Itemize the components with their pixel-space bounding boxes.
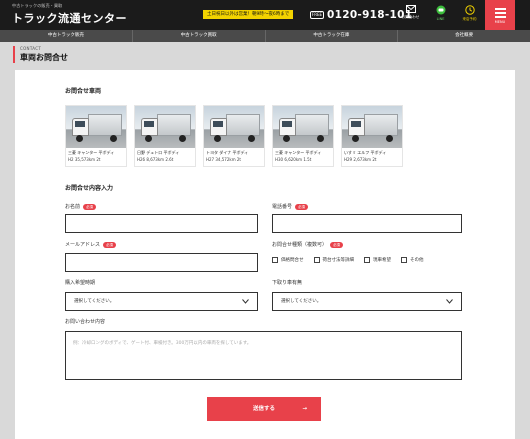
vehicle-name: いすゞ エルフ 平ボディ — [344, 150, 387, 155]
free-dial-icon: FREE — [310, 11, 324, 19]
hamburger-icon — [494, 8, 506, 18]
site-logo[interactable]: 中古トラックの販売・買取 トラック流通センター — [12, 3, 127, 26]
truck-photo — [273, 106, 333, 148]
trade-in-label: 下取り車有無 — [272, 280, 303, 286]
vehicle-card[interactable]: 三菱 キャンター 平ボディ H30 6,620km 1.5t — [272, 105, 334, 167]
contact-label: お問合わせ — [401, 15, 420, 19]
checkbox-price[interactable]: 価格問合せ — [272, 257, 304, 263]
vehicle-name: 日野 デュトロ 平ボディ — [137, 150, 180, 155]
header-contact-button[interactable]: お問合わせ — [397, 0, 424, 30]
form-section-title: お問合せ内容入力 — [65, 185, 114, 192]
menu-button[interactable]: MENU — [485, 0, 515, 30]
logo-tagline: 中古トラックの販売・買取 — [12, 3, 63, 8]
required-badge: 必須 — [103, 241, 117, 248]
mail-icon — [405, 5, 416, 13]
vehicle-card[interactable]: 三菱 キャンター 平ボディ H2 35,573km 2t — [65, 105, 127, 167]
email-label: メールアドレス 必須 — [65, 241, 117, 248]
checkbox-other[interactable]: その他 — [401, 257, 424, 263]
phone-label: 電話番号 必須 — [272, 203, 309, 210]
page-title: 車両お問合せ — [20, 53, 68, 62]
purchase-timing-label: 購入希望時期 — [65, 280, 96, 286]
header-reserve-button[interactable]: 来店予約 — [456, 0, 483, 30]
vehicle-name: トヨタ ダイナ 平ボディ — [206, 150, 249, 155]
menu-label: MENU — [494, 20, 506, 24]
chevron-down-icon — [446, 299, 453, 304]
nav-item-company[interactable]: 会社概要 — [398, 30, 530, 42]
global-nav: 中古トラック販売 中古トラック買取 中古トラック在庫 会社概要 — [0, 30, 530, 42]
vehicle-card[interactable]: トヨタ ダイナ 平ボディ H27 34,572km 2t — [203, 105, 265, 167]
truck-photo — [342, 106, 402, 148]
header-line-button[interactable]: LINE — [427, 0, 454, 30]
submit-button[interactable]: 送信する → — [207, 397, 321, 421]
vehicle-card[interactable]: いすゞ エルフ 平ボディ H29 2,673km 2t — [341, 105, 403, 167]
inquiry-form-card: お問合せ車両 三菱 キャンター 平ボディ H2 35,573km 2t 日野 デ… — [15, 70, 515, 439]
logo-text: トラック流通センター — [12, 12, 127, 25]
vehicle-card[interactable]: 日野 デュトロ 平ボディ H26 8,673km 2.6t — [134, 105, 196, 167]
nav-item-stock[interactable]: 中古トラック在庫 — [266, 30, 399, 42]
inquiry-type-group: 価格問合せ 荷台寸法等詳細 現車希望 その他 — [272, 257, 424, 263]
required-badge: 必須 — [295, 203, 309, 210]
truck-photo — [204, 106, 264, 148]
email-input[interactable] — [65, 253, 258, 272]
inquiry-type-label: お問合せ種類（複数可） 必須 — [272, 241, 344, 248]
vehicles-section-title: お問合せ車両 — [65, 88, 102, 95]
message-label: お問い合わせ内容 — [65, 319, 106, 325]
page-heading: CONTACT 車両お問合せ — [13, 46, 68, 63]
vehicle-name: 三菱 キャンター 平ボディ — [275, 150, 322, 155]
phone-input[interactable] — [272, 214, 462, 233]
name-input[interactable] — [65, 214, 258, 233]
chevron-down-icon — [242, 299, 249, 304]
trade-in-select[interactable]: 選択してください。 — [272, 292, 462, 311]
required-badge: 必須 — [330, 241, 344, 248]
arrow-right-icon: → — [302, 406, 307, 412]
vehicle-meta: H2 35,573km 2t — [68, 157, 101, 162]
truck-photo — [135, 106, 195, 148]
reserve-icon — [464, 5, 475, 15]
required-badge: 必須 — [83, 203, 97, 210]
reserve-label: 来店予約 — [462, 17, 477, 21]
submit-label: 送信する — [252, 406, 275, 412]
vehicle-meta: H27 34,572km 2t — [206, 157, 242, 162]
message-textarea[interactable]: 例：冷却ロングのボディで、ゲート付、車検付き。300万円以内の車両を探しています… — [65, 331, 462, 380]
line-label: LINE — [436, 17, 445, 21]
name-label: お名前 必須 — [65, 203, 97, 210]
nav-item-sales[interactable]: 中古トラック販売 — [0, 30, 133, 42]
checkbox-details[interactable]: 荷台寸法等詳細 — [313, 257, 354, 263]
purchase-timing-select[interactable]: 選択してください。 — [65, 292, 258, 311]
truck-photo — [66, 106, 126, 148]
business-hours-notice: 土日祝日以外は営業！朝9時〜夜6時まで — [203, 10, 294, 19]
site-header: 中古トラックの販売・買取 トラック流通センター 土日祝日以外は営業！朝9時〜夜6… — [0, 0, 530, 30]
vehicle-meta: H29 2,673km 2t — [344, 157, 377, 162]
vehicle-meta: H26 8,673km 2.6t — [137, 157, 174, 162]
checkbox-viewing[interactable]: 現車希望 — [364, 257, 391, 263]
vehicle-meta: H30 6,620km 1.5t — [275, 157, 312, 162]
page-subtitle: CONTACT — [20, 46, 42, 51]
nav-item-purchase[interactable]: 中古トラック買取 — [133, 30, 266, 42]
vehicle-name: 三菱 キャンター 平ボディ — [68, 150, 115, 155]
line-icon — [436, 5, 445, 15]
